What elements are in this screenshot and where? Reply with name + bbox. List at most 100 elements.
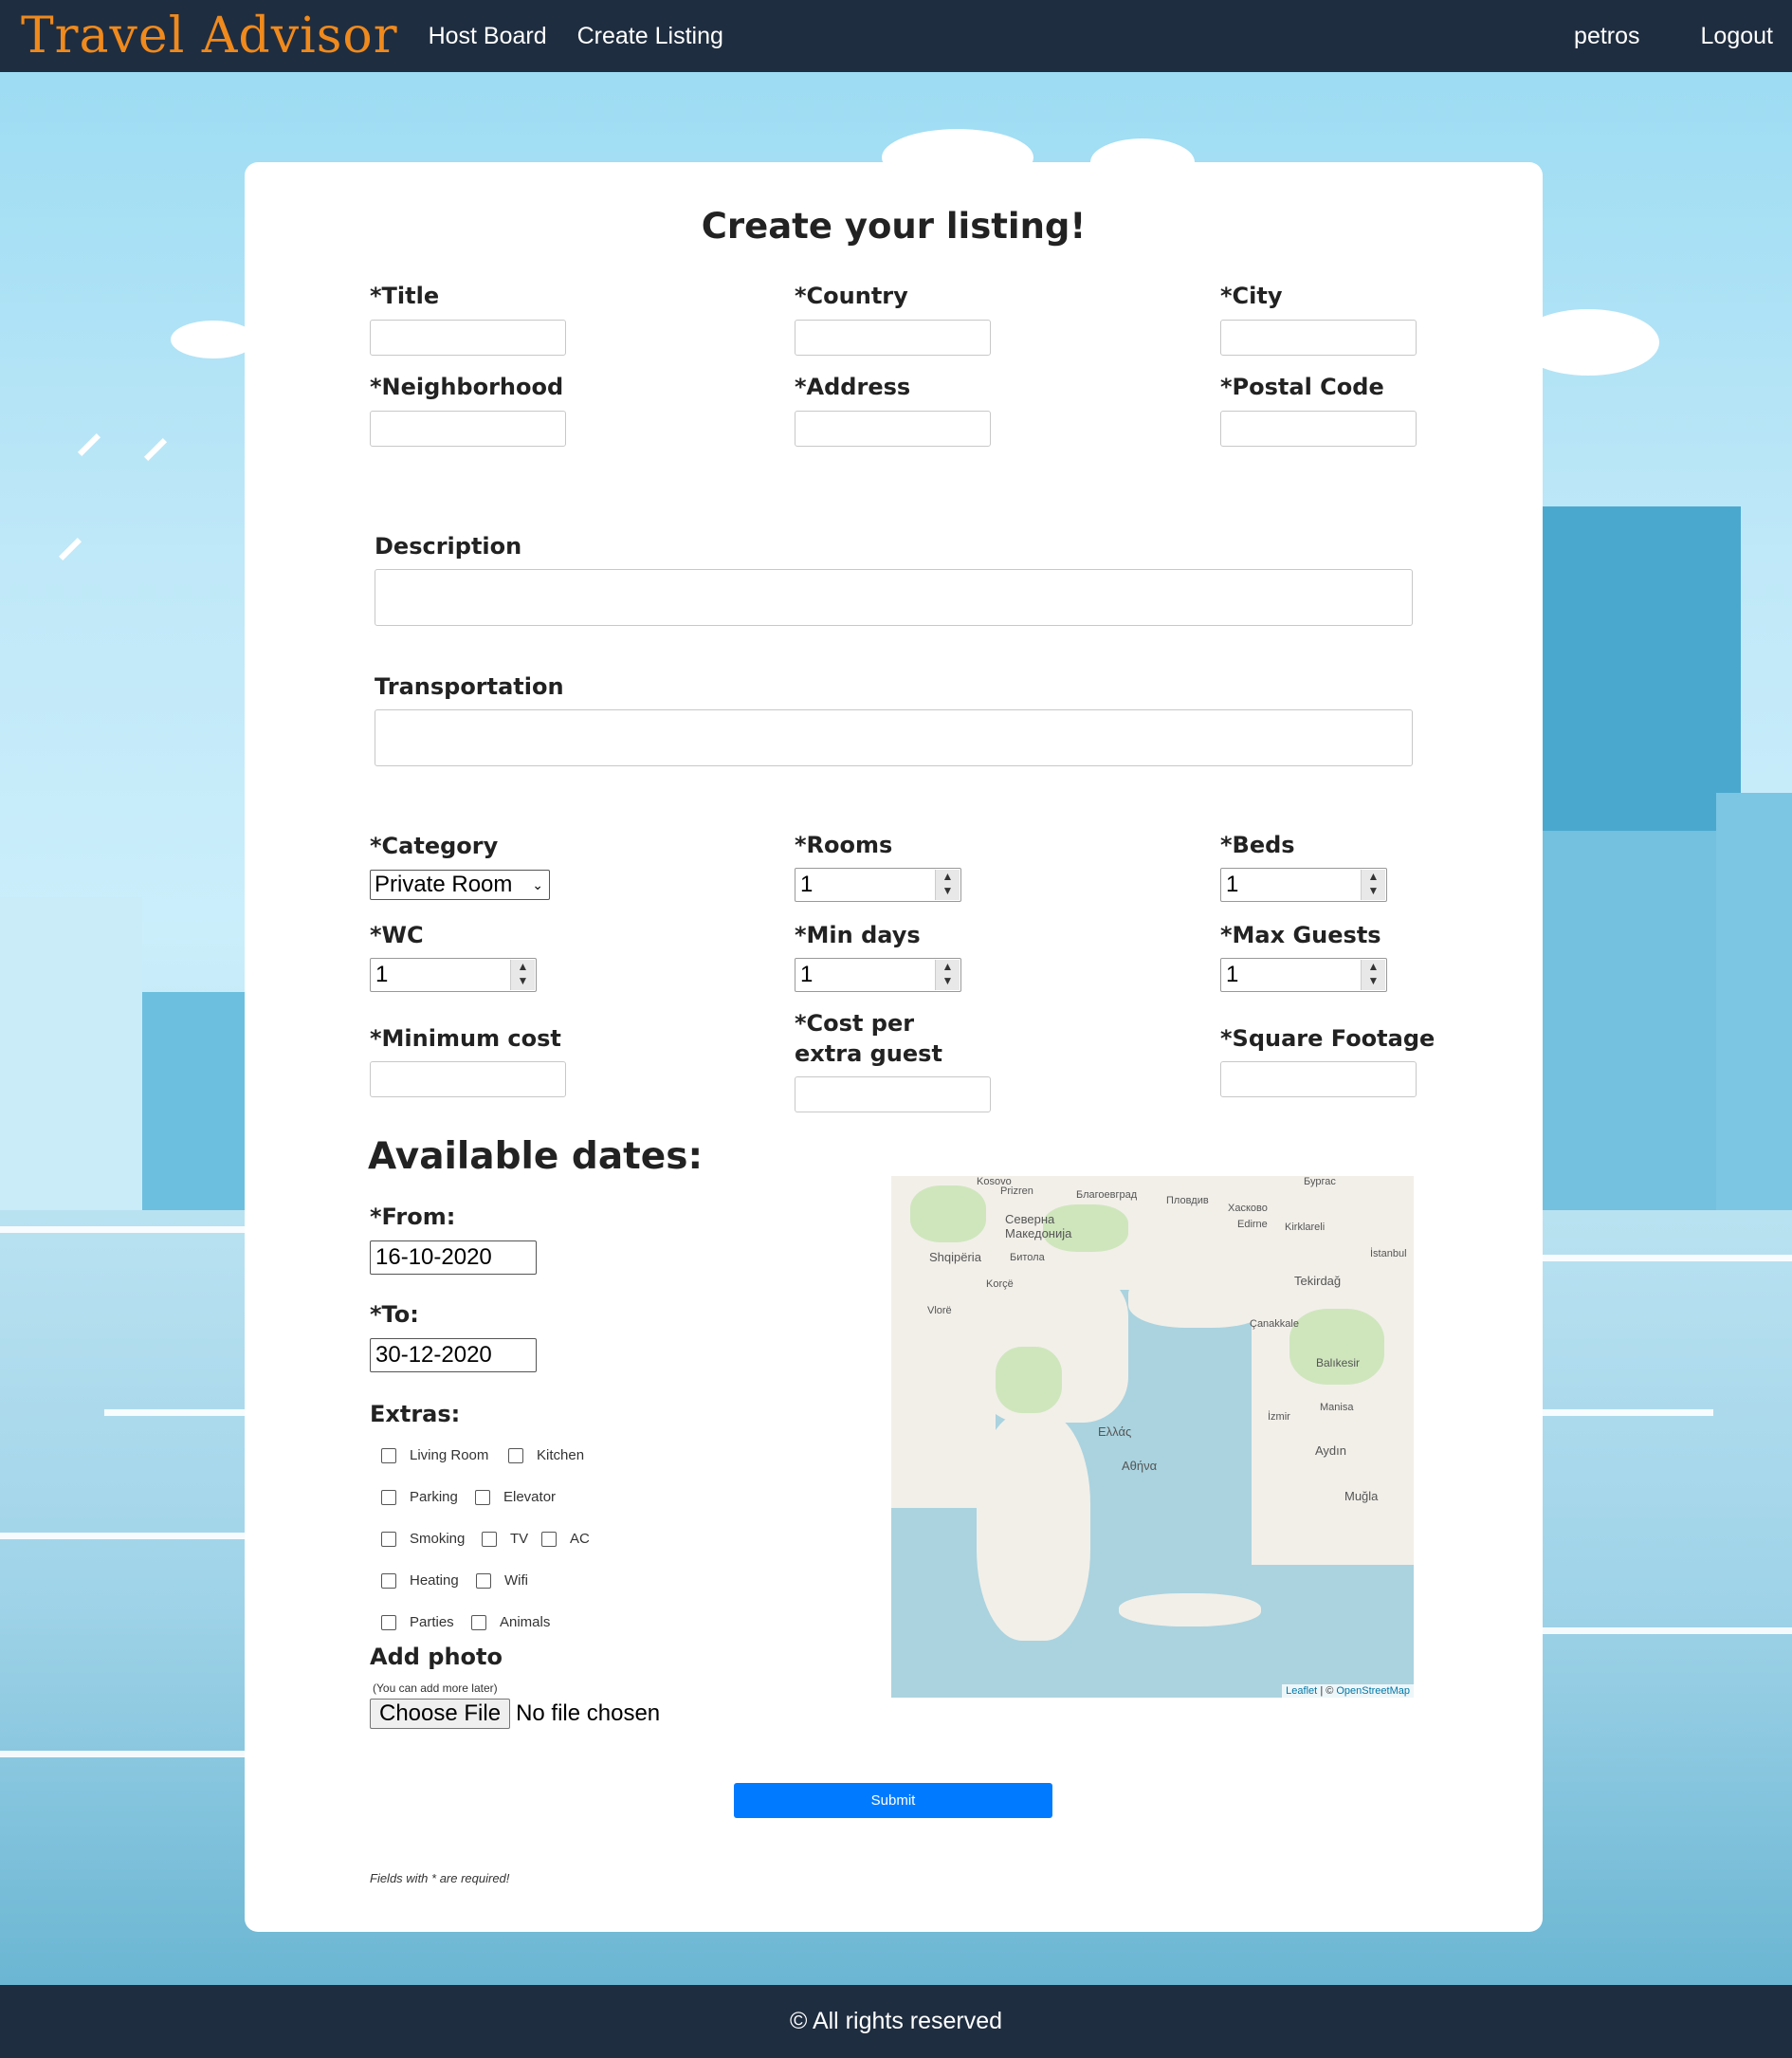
address-input[interactable] [795,411,991,447]
photo-file-input[interactable]: Choose File No file chosen [370,1699,660,1729]
map-label: Balıkesir [1316,1356,1361,1369]
title-input[interactable] [370,320,566,356]
extra-label: TV [510,1531,529,1547]
checkbox[interactable] [381,1489,396,1505]
beds-label: *Beds [1220,832,1295,858]
postal-code-input[interactable] [1220,411,1417,447]
water-stripe [1543,1409,1713,1416]
extra-label: Wifi [504,1572,528,1589]
category-value: Private Room [375,872,513,897]
extra-smoking[interactable]: Smoking [381,1531,465,1547]
map-label: İstanbul [1370,1248,1407,1259]
map-label: Хасково [1228,1203,1268,1214]
water-stripe [0,1533,245,1539]
map-label: Aydın [1315,1443,1347,1458]
neighborhood-input[interactable] [370,411,566,447]
cloud [171,321,256,358]
spinner-icon[interactable]: ▲ ▼ [935,870,960,900]
from-date-input[interactable]: 16-10-2020 [370,1240,537,1275]
extra-label: Elevator [503,1489,557,1505]
wc-input[interactable]: 1 ▲ ▼ [370,958,537,992]
osm-link[interactable]: OpenStreetMap [1336,1685,1410,1697]
map-label: Αθήνα [1122,1459,1158,1473]
nav-create-listing[interactable]: Create Listing [577,23,723,50]
checkbox[interactable] [471,1614,486,1630]
category-select[interactable]: Private Room ⌄ [370,870,550,900]
spinner-icon[interactable]: ▲ ▼ [935,960,960,990]
bird-icon [58,537,82,561]
rooms-input[interactable]: 1 ▲ ▼ [795,868,961,902]
cost-extra-guest-label: *Cost per extra guest [795,1010,942,1067]
nav-host-board[interactable]: Host Board [429,23,547,50]
transportation-textarea[interactable] [375,709,1413,766]
country-input[interactable] [795,320,991,356]
min-days-value: 1 [800,962,814,987]
choose-file-button[interactable]: Choose File [370,1699,511,1729]
leaflet-link[interactable]: Leaflet [1286,1685,1317,1697]
cost-extra-guest-input[interactable] [795,1076,991,1112]
city-input[interactable] [1220,320,1417,356]
brand-logo[interactable]: Travel Advisor [21,8,398,64]
to-date-input[interactable]: 30-12-2020 [370,1338,537,1372]
submit-button[interactable]: Submit [734,1783,1052,1818]
max-guests-input[interactable]: 1 ▲ ▼ [1220,958,1387,992]
water-stripe [0,1751,245,1757]
spinner-icon[interactable]: ▲ ▼ [1361,960,1385,990]
nav-username[interactable]: petros [1574,23,1639,50]
extra-living-room[interactable]: Living Room [381,1447,488,1463]
map-label: Северна Македонија [1005,1212,1072,1240]
add-photo-hint: (You can add more later) [373,1681,498,1695]
extra-parties[interactable]: Parties [381,1614,454,1630]
map-forest [1289,1309,1384,1385]
min-days-input[interactable]: 1 ▲ ▼ [795,958,961,992]
extra-parking[interactable]: Parking [381,1489,458,1505]
wc-label: *WC [370,922,424,948]
extra-animals[interactable]: Animals [471,1614,550,1630]
extra-wifi[interactable]: Wifi [476,1572,528,1589]
checkbox[interactable] [476,1572,491,1589]
checkbox[interactable] [381,1614,396,1630]
map-label: Бургас [1304,1176,1336,1187]
extra-label: Parking [410,1489,458,1505]
checkbox[interactable] [381,1447,396,1463]
extra-label: Parties [410,1614,454,1630]
extras-label: Extras: [370,1401,461,1427]
extra-kitchen[interactable]: Kitchen [508,1447,584,1463]
water-stripe [1543,1627,1792,1634]
min-days-label: *Min days [795,922,921,948]
location-map[interactable]: Kosovo Prizren Благоевград Пловдив Хаско… [891,1176,1414,1698]
map-forest [910,1185,986,1242]
nav-logout[interactable]: Logout [1701,23,1773,50]
map-label: Korçë [986,1278,1014,1290]
map-label: Vlorë [927,1305,952,1316]
square-footage-input[interactable] [1220,1061,1417,1097]
map-label: İzmir [1268,1411,1290,1423]
water-stripe [0,1226,245,1233]
extra-label: Animals [500,1614,551,1630]
from-label: *From: [370,1204,456,1230]
checkbox[interactable] [381,1531,396,1547]
extra-label: Kitchen [537,1447,585,1463]
map-label: Благоевград [1076,1189,1138,1201]
create-listing-card: Create your listing! *Title *Country *Ci… [245,162,1543,1932]
spinner-icon[interactable]: ▲ ▼ [1361,870,1385,900]
bird-icon [77,432,101,457]
extra-ac[interactable]: AC [541,1531,590,1547]
description-textarea[interactable] [375,569,1413,626]
checkbox[interactable] [475,1489,490,1505]
chevron-down-icon: ⌄ [532,877,543,892]
extra-elevator[interactable]: Elevator [475,1489,556,1505]
map-attribution: Leaflet | © OpenStreetMap [1282,1684,1414,1698]
building [1536,831,1716,1210]
extra-tv[interactable]: TV [482,1531,528,1547]
beds-input[interactable]: 1 ▲ ▼ [1220,868,1387,902]
minimum-cost-input[interactable] [370,1061,566,1097]
spinner-icon[interactable]: ▲ ▼ [510,960,535,990]
extra-heating[interactable]: Heating [381,1572,459,1589]
checkbox[interactable] [541,1531,557,1547]
map-label: Kirklareli [1285,1222,1326,1233]
minimum-cost-label: *Minimum cost [370,1025,561,1052]
checkbox[interactable] [508,1447,523,1463]
checkbox[interactable] [381,1572,396,1589]
checkbox[interactable] [482,1531,497,1547]
